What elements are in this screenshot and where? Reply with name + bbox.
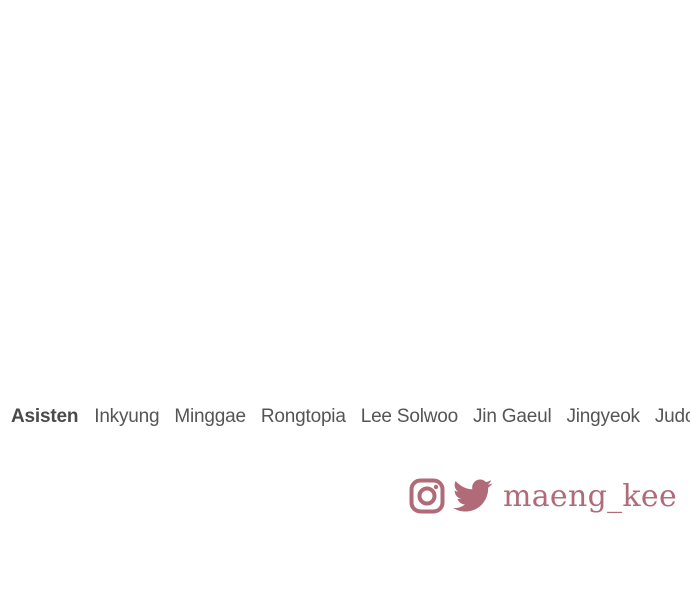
credit-name: Jingyeok [566, 406, 640, 427]
credit-name: Minggae [174, 406, 246, 427]
social-handle[interactable]: maeng_kee [503, 479, 677, 514]
social-links: maeng_kee [409, 476, 677, 516]
credits-title: Asisten [11, 406, 79, 427]
credit-name: Inkyung [94, 406, 160, 427]
credit-name: Rongtopia [260, 406, 346, 427]
assistant-credits: Asisten Inkyung Minggae Rongtopia Lee So… [11, 404, 690, 430]
credit-name: Judo [654, 406, 690, 427]
twitter-icon[interactable] [453, 479, 493, 513]
credit-name: Jin Gaeul [473, 406, 552, 427]
instagram-icon[interactable] [409, 478, 445, 514]
credit-name: Lee Solwoo [360, 406, 458, 427]
